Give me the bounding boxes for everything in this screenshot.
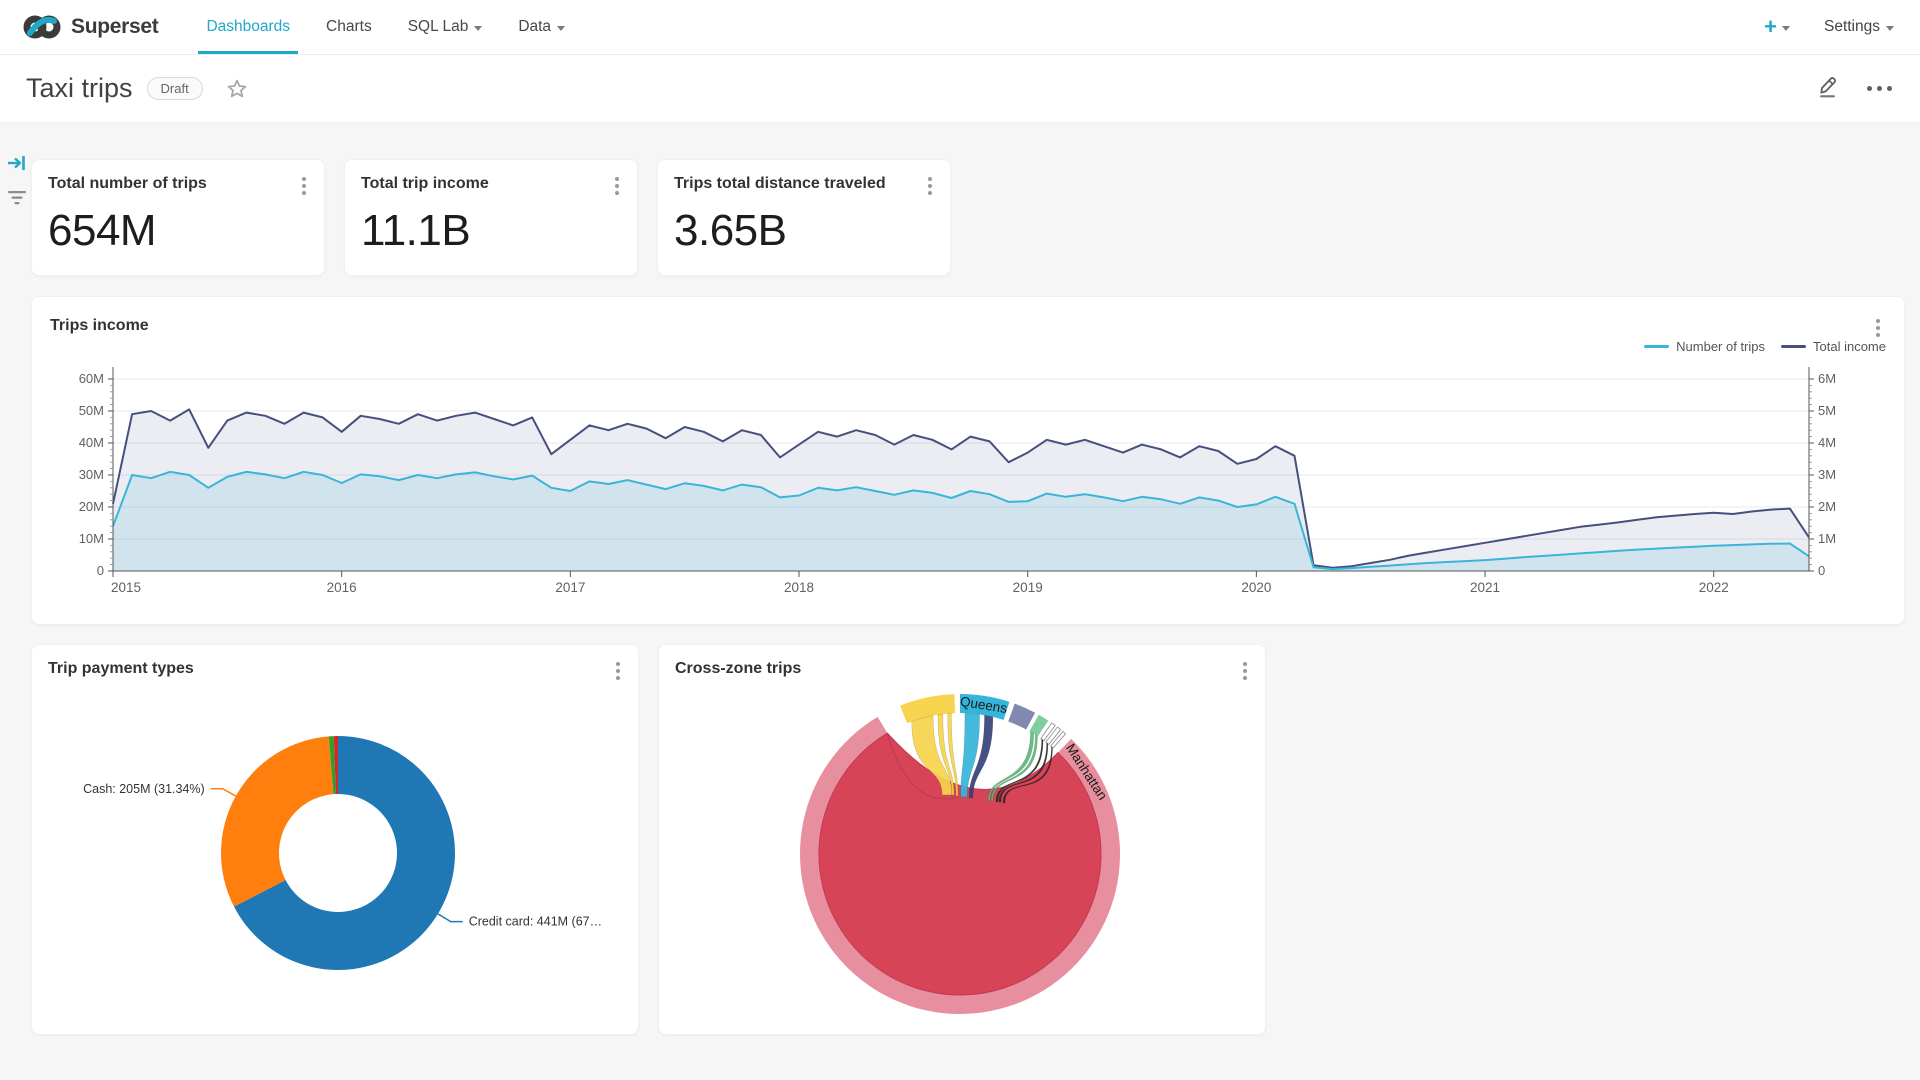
card-title: Total trip income <box>361 175 489 193</box>
trip-payment-types-card: Credit card: 441M (67… Cash: 205M (31.34%… <box>31 644 639 1035</box>
svg-text:60M: 60M <box>79 371 104 386</box>
svg-text:2019: 2019 <box>1013 580 1043 595</box>
cross-zone-trips-card: QueensManhattan Cross-zone trips <box>658 644 1266 1035</box>
chart-kebab-menu[interactable] <box>300 175 308 197</box>
svg-text:30M: 30M <box>79 467 104 482</box>
plus-icon: + <box>1764 14 1777 40</box>
svg-text:2020: 2020 <box>1241 580 1271 595</box>
cross-zone-chord-chart[interactable]: QueensManhattan <box>659 645 1267 1036</box>
nav-item-dashboards[interactable]: Dashboards <box>188 0 308 54</box>
svg-text:6M: 6M <box>1818 371 1836 386</box>
favorite-star-icon[interactable] <box>225 77 249 101</box>
svg-text:2018: 2018 <box>784 580 814 595</box>
svg-text:2016: 2016 <box>327 580 357 595</box>
svg-text:2021: 2021 <box>1470 580 1500 595</box>
filter-icon[interactable] <box>7 189 27 207</box>
new-item-button[interactable]: + <box>1764 14 1790 40</box>
svg-text:Cash: 205M (31.34%): Cash: 205M (31.34%) <box>83 782 205 796</box>
svg-text:0: 0 <box>97 563 104 578</box>
nav-item-data[interactable]: Data <box>500 0 583 54</box>
svg-text:40M: 40M <box>79 435 104 450</box>
edit-dashboard-button[interactable] <box>1815 72 1841 105</box>
chart-kebab-menu[interactable] <box>614 660 622 682</box>
superset-logo-icon <box>22 12 62 42</box>
nav-item-sql-lab[interactable]: SQL Lab <box>390 0 501 54</box>
card-title: Trip payment types <box>48 660 194 678</box>
settings-menu[interactable]: Settings <box>1824 18 1894 36</box>
nav-item-charts[interactable]: Charts <box>308 0 390 54</box>
chevron-down-icon <box>1886 26 1894 31</box>
svg-text:2M: 2M <box>1818 499 1836 514</box>
dashboard-header: Taxi trips Draft <box>0 55 1920 123</box>
chart-kebab-menu[interactable] <box>613 175 621 197</box>
svg-text:3M: 3M <box>1818 467 1836 482</box>
kpi-row: Total number of trips 654M Total trip in… <box>31 159 1905 276</box>
kpi-value: 3.65B <box>674 206 934 256</box>
chart-kebab-menu[interactable] <box>1241 660 1249 682</box>
kpi-card-total-trips: Total number of trips 654M <box>31 159 325 276</box>
top-navbar: Superset Dashboards Charts SQL Lab Data … <box>0 0 1920 55</box>
chevron-down-icon <box>474 26 482 31</box>
filter-rail <box>5 153 29 207</box>
card-title: Cross-zone trips <box>675 660 801 678</box>
svg-text:5M: 5M <box>1818 403 1836 418</box>
card-title: Total number of trips <box>48 175 207 193</box>
kpi-card-trip-income: Total trip income 11.1B <box>344 159 638 276</box>
svg-text:20M: 20M <box>79 499 104 514</box>
dashboard-body: Total number of trips 654M Total trip in… <box>0 123 1920 1080</box>
dashboard-more-menu[interactable] <box>1867 86 1892 91</box>
svg-text:4M: 4M <box>1818 435 1836 450</box>
svg-text:10M: 10M <box>79 531 104 546</box>
svg-text:2015: 2015 <box>111 580 141 595</box>
trips-income-card: Trips income Number of trips Total incom… <box>31 296 1905 625</box>
chevron-down-icon <box>557 26 565 31</box>
svg-text:50M: 50M <box>79 403 104 418</box>
kpi-value: 11.1B <box>361 206 621 256</box>
svg-text:1M: 1M <box>1818 531 1836 546</box>
kpi-card-distance: Trips total distance traveled 3.65B <box>657 159 951 276</box>
page-title: Taxi trips <box>26 73 133 104</box>
svg-text:2022: 2022 <box>1699 580 1729 595</box>
svg-text:2017: 2017 <box>555 580 585 595</box>
status-badge: Draft <box>147 77 203 100</box>
svg-text:0: 0 <box>1818 563 1825 578</box>
bottom-row: Credit card: 441M (67… Cash: 205M (31.34%… <box>31 644 1905 1035</box>
svg-text:Credit card: 441M (67…: Credit card: 441M (67… <box>469 915 602 929</box>
superset-brand[interactable]: Superset <box>22 0 158 54</box>
brand-name: Superset <box>71 15 158 39</box>
chart-kebab-menu[interactable] <box>926 175 934 197</box>
expand-filter-bar-icon[interactable] <box>6 153 28 173</box>
payment-types-donut-chart[interactable]: Credit card: 441M (67… Cash: 205M (31.34%… <box>32 645 640 1036</box>
chevron-down-icon <box>1782 26 1790 31</box>
trips-income-chart[interactable]: 0 0 10M 1M 20M 2M 30M 3M 40M 4M 50M 5M 60M 6M 2015 2016… <box>32 317 1906 617</box>
main-nav: Dashboards Charts SQL Lab Data <box>188 0 583 54</box>
pencil-icon <box>1815 72 1841 100</box>
kpi-value: 654M <box>48 206 308 256</box>
card-title: Trips total distance traveled <box>674 175 886 193</box>
